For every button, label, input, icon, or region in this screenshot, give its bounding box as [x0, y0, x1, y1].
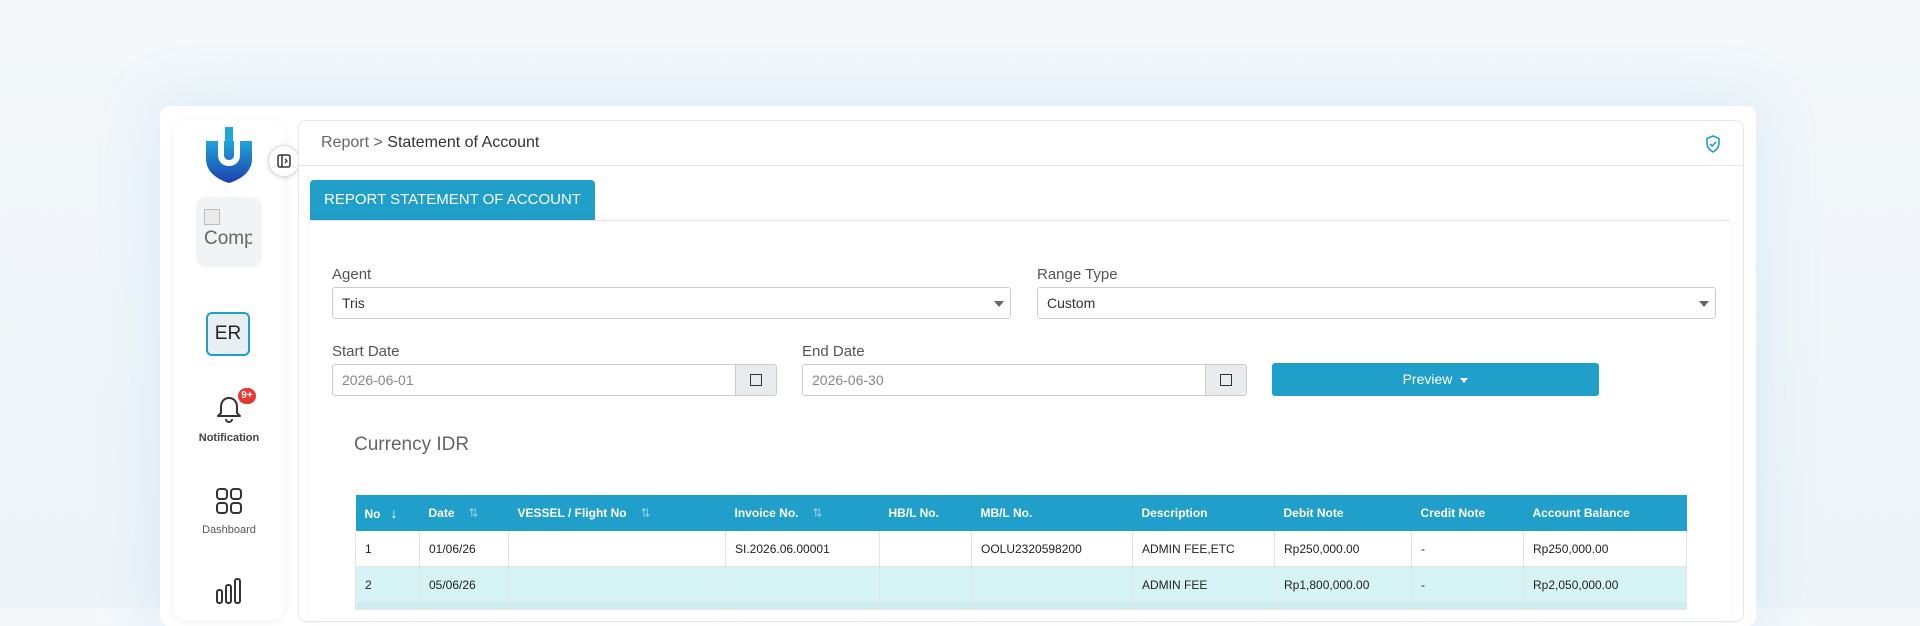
sort-icon: ⇅ — [812, 506, 823, 520]
breadcrumb-separator: > — [373, 134, 383, 151]
column-label: Date — [428, 506, 455, 520]
end-date-input[interactable]: 2026-06-30 — [802, 364, 1206, 396]
start-date-label: Start Date — [332, 343, 400, 360]
sort-icon: ⇅ — [640, 506, 651, 520]
sidebar-item-dashboard[interactable]: Dashboard — [184, 486, 274, 536]
range-type-label: Range Type — [1037, 266, 1118, 283]
range-type-select[interactable]: Custom — [1037, 287, 1716, 319]
sidebar — [174, 120, 284, 620]
bar-chart-icon — [216, 578, 241, 604]
sidebar-item-notification[interactable]: Notification — [184, 394, 274, 444]
table-row[interactable]: 2 05/06/26 ADMIN FEE Rp1,800,000.00 - Rp… — [355, 566, 1687, 603]
app-logo — [206, 127, 252, 183]
column-label: Invoice No. — [734, 506, 799, 520]
agent-label: Agent — [332, 266, 372, 283]
breadcrumb: Report > Statement of Account — [321, 134, 539, 152]
start-date-input[interactable]: 2026-06-01 — [332, 364, 736, 396]
company-logo-alt-text: Comp — [204, 228, 252, 249]
column-header-vessel[interactable]: VESSEL / Flight No ⇅ — [508, 495, 726, 531]
cell-debit-note: Rp250,000.00 — [1274, 531, 1412, 567]
cell-debit-note — [1274, 602, 1412, 610]
column-header-mbl: MB/L No. — [971, 495, 1133, 531]
broken-image-icon — [204, 209, 220, 225]
column-header-no[interactable]: No ↓ — [355, 495, 420, 531]
sidebar-toggle-button[interactable] — [268, 145, 300, 177]
tab-report-statement-of-account[interactable]: REPORT STATEMENT OF ACCOUNT — [310, 180, 595, 220]
grid-icon — [216, 488, 242, 514]
cell-hbl — [879, 566, 972, 603]
page-header: Report > Statement of Account — [299, 121, 1743, 166]
column-header-credit-note: Credit Note — [1411, 495, 1524, 531]
cell-credit-note — [1411, 602, 1524, 610]
table-row[interactable]: 1 01/06/26 SI.2026.06.00001 OOLU23205982… — [355, 531, 1687, 567]
shield-check-icon — [1706, 135, 1720, 153]
user-avatar[interactable]: ER — [206, 312, 250, 356]
column-header-date[interactable]: Date ⇅ — [419, 495, 509, 531]
calendar-icon — [1220, 374, 1232, 386]
cell-description — [1132, 602, 1275, 610]
cell-no: 2 — [355, 566, 420, 603]
notification-badge: 9+ — [238, 388, 256, 404]
cell-vessel — [508, 602, 726, 610]
cell-debit-note: Rp1,800,000.00 — [1274, 566, 1412, 603]
company-logo-image: Comp — [204, 209, 252, 249]
start-date-picker-button[interactable] — [736, 364, 777, 396]
end-date-label: End Date — [802, 343, 865, 360]
breadcrumb-root[interactable]: Report — [321, 134, 369, 151]
sidebar-item-label: Dashboard — [202, 524, 256, 536]
cell-hbl — [879, 531, 972, 567]
currency-title: Currency IDR — [354, 434, 470, 455]
end-date-picker-button[interactable] — [1206, 364, 1247, 396]
cell-mbl — [971, 602, 1133, 610]
cell-date — [419, 602, 509, 610]
table-row[interactable] — [355, 602, 1687, 610]
preview-button-label: Preview — [1402, 371, 1453, 387]
cell-account-balance: Rp2,050,000.00 — [1523, 566, 1687, 603]
cell-invoice — [725, 566, 880, 603]
cell-invoice — [725, 602, 880, 610]
column-label: VESSEL / Flight No — [517, 506, 627, 520]
column-header-account-balance: Account Balance — [1523, 495, 1687, 531]
caret-down-icon — [1460, 377, 1469, 383]
agent-select-value: Tris — [342, 295, 365, 311]
cell-mbl: OOLU2320598200 — [971, 531, 1133, 567]
cell-description: ADMIN FEE — [1132, 566, 1275, 603]
column-header-invoice[interactable]: Invoice No. ⇅ — [725, 495, 880, 531]
calendar-icon — [750, 374, 762, 386]
cell-account-balance: Rp250,000.00 — [1523, 531, 1687, 567]
chevron-down-icon — [994, 301, 1004, 307]
cell-vessel — [508, 531, 726, 567]
cell-mbl — [971, 566, 1133, 603]
chevron-down-icon — [1699, 301, 1709, 307]
column-header-description: Description — [1132, 495, 1275, 531]
sidebar-item-label: Notification — [198, 432, 260, 444]
cell-no — [355, 602, 420, 610]
cell-vessel — [508, 566, 726, 603]
company-logo-box[interactable]: Comp — [196, 197, 262, 267]
sidebar-collapse-icon — [277, 154, 291, 168]
column-label: No — [364, 507, 381, 521]
cell-hbl — [879, 602, 972, 610]
sort-desc-icon: ↓ — [390, 505, 398, 521]
cell-description: ADMIN FEE,ETC — [1132, 531, 1275, 567]
statement-table: No ↓ Date ⇅ VESSEL / Flight No ⇅ Invoice No… — [355, 495, 1687, 610]
cell-no: 1 — [355, 531, 420, 567]
sidebar-item-reports[interactable] — [184, 576, 274, 606]
sort-icon: ⇅ — [468, 506, 479, 520]
cell-credit-note: - — [1411, 566, 1524, 603]
breadcrumb-current: Statement of Account — [387, 134, 540, 151]
agent-select[interactable]: Tris — [332, 287, 1011, 319]
cell-account-balance — [1523, 602, 1687, 610]
cell-date: 01/06/26 — [419, 531, 509, 567]
cell-date: 05/06/26 — [419, 566, 509, 603]
cell-invoice: SI.2026.06.00001 — [725, 531, 880, 567]
range-type-select-value: Custom — [1047, 295, 1096, 311]
preview-button[interactable]: Preview — [1272, 363, 1599, 396]
column-header-hbl: HB/L No. — [879, 495, 972, 531]
cell-credit-note: - — [1411, 531, 1524, 567]
table-header-row: No ↓ Date ⇅ VESSEL / Flight No ⇅ Invoice No… — [355, 495, 1687, 531]
column-header-debit-note: Debit Note — [1274, 495, 1412, 531]
